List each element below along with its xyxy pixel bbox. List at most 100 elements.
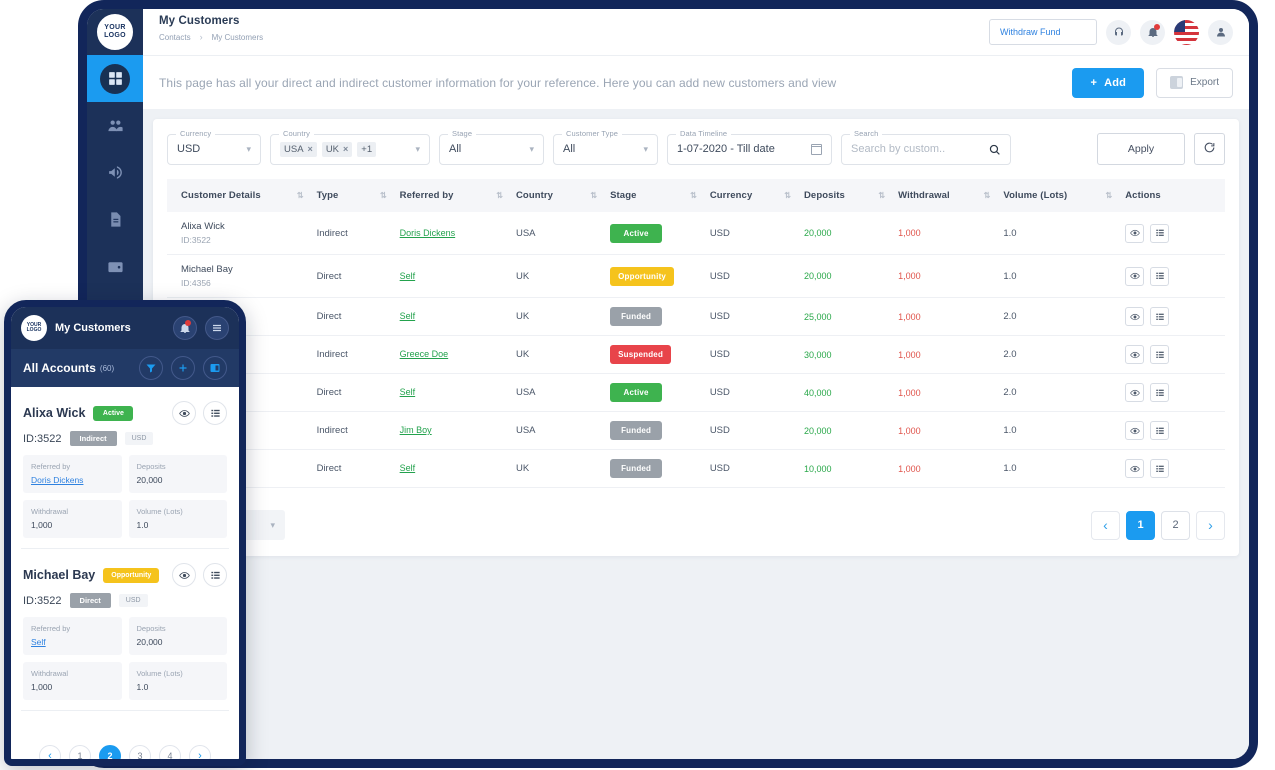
currency-filter[interactable]: Currency USD ▾ [167,128,261,165]
details-list-icon[interactable] [1150,307,1170,326]
mobile-pagination-page-1[interactable]: 1 [69,745,91,759]
table-row[interactable]: Indirect Greece Doe UK Suspended USD 30,000 1,… [167,335,1225,374]
remove-chip-icon[interactable]: × [308,144,313,154]
table-row[interactable]: John DoeDirectSelfUKFundedUSD25,0001,000… [167,297,1225,336]
add-button[interactable]: + Add [1072,67,1145,98]
details-list-icon[interactable] [1150,459,1170,478]
country-chip-uk[interactable]: UK × [321,141,353,157]
pagination-next[interactable]: › [1196,510,1225,540]
sort-icon[interactable]: ⇅ [1106,191,1113,200]
mobile-filter-icon[interactable] [139,356,163,380]
table-row[interactable]: Michael Bay ID:4356 Direct Self UK Opportunit… [167,254,1225,298]
export-button[interactable]: Export [1156,67,1233,98]
mobile-bell-icon[interactable] [173,316,197,340]
details-list-icon[interactable] [1150,383,1170,402]
sort-icon[interactable]: ⇅ [784,191,791,200]
pagination-prev[interactable]: ‹ [1091,510,1120,540]
mobile-pagination-page-2[interactable]: 2 [99,745,121,759]
mobile-logo[interactable]: YOUR LOGO [21,315,47,341]
view-icon[interactable] [1125,307,1145,326]
th-referred-by[interactable]: Referred by ⇅ [399,179,516,212]
details-list-icon[interactable] [1150,223,1170,243]
th-withdrawal[interactable]: Withdrawal ⇅ [898,179,1004,212]
flag-usa-icon[interactable] [1174,19,1199,45]
calendar-icon[interactable] [810,143,823,155]
view-icon[interactable] [1125,459,1145,478]
mobile-view-icon[interactable] [172,563,196,587]
search-field[interactable]: Search Search by custom.. [841,128,1011,165]
table-row[interactable]: Direct Self UK Funded USD 10,000 1,000 1.0 [167,449,1225,488]
apply-button[interactable]: Apply [1097,133,1185,165]
pagination-page-1[interactable]: 1 [1126,510,1155,540]
sort-icon[interactable]: ⇅ [984,191,991,200]
mobile-pagination-prev[interactable]: ‹ [39,745,61,759]
sidebar-item-contacts[interactable] [87,102,143,149]
table-row[interactable]: Alixa Wick ID:3522 Indirect Doris Dickens US… [167,212,1225,255]
sort-icon[interactable]: ⇅ [878,191,885,200]
stage-filter[interactable]: Stage All ▾ [439,128,544,165]
th-customer-details[interactable]: Customer Details ⇅ [167,179,317,212]
referred-by-link[interactable]: Self [400,271,416,281]
sidebar-logo[interactable]: YOUR LOGO [87,9,143,55]
referred-by-link[interactable]: Jim Boy [400,425,432,435]
th-deposits[interactable]: Deposits ⇅ [803,179,899,212]
th-volume[interactable]: Volume (Lots) ⇅ [1003,179,1126,212]
pagination-page-2[interactable]: 2 [1161,510,1190,540]
country-filter[interactable]: Country USA × UK × +1 ▾ [270,128,430,165]
referred-by-link[interactable]: Self [400,387,416,397]
mobile-value-referred-by[interactable]: Doris Dickens [31,475,114,485]
details-list-icon[interactable] [1150,345,1170,364]
remove-chip-icon[interactable]: × [343,144,348,154]
sort-icon[interactable]: ⇅ [380,191,387,200]
mobile-add-icon[interactable] [171,356,195,380]
mobile-pagination-page-4[interactable]: 4 [159,745,181,759]
view-icon[interactable] [1125,266,1145,286]
sidebar-item-dashboard[interactable] [87,55,143,102]
breadcrumb-item-contacts[interactable]: Contacts [159,33,191,42]
sort-icon[interactable]: ⇅ [297,191,304,200]
mobile-customer-card[interactable]: Alixa Wick Active ID:3522 Indirect USD Referr… [21,397,229,549]
view-icon[interactable] [1125,345,1145,364]
mobile-value-referred-by[interactable]: Self [31,637,114,647]
user-avatar-icon[interactable] [1208,19,1233,45]
mobile-export-icon[interactable] [203,356,227,380]
th-type[interactable]: Type ⇅ [316,179,400,212]
data-timeline-filter[interactable]: Data Timeline 1-07-2020 - Till date [667,128,832,165]
th-currency[interactable]: Currency ⇅ [709,179,804,212]
mobile-pagination-page-3[interactable]: 3 [129,745,151,759]
sort-icon[interactable]: ⇅ [496,191,503,200]
mobile-view-icon[interactable] [172,401,196,425]
mobile-customer-card[interactable]: Michael Bay Opportunity ID:3522 Direct USD Re… [21,559,229,711]
withdraw-fund-button[interactable]: Withdraw Fund [989,19,1097,45]
details-list-icon[interactable] [1150,421,1170,440]
sort-icon[interactable]: ⇅ [590,191,597,200]
referred-by-link[interactable]: Doris Dickens [400,228,456,238]
th-country[interactable]: Country ⇅ [515,179,611,212]
referred-by-link[interactable]: Self [400,311,416,321]
sidebar-item-wallet[interactable] [87,243,143,290]
sort-icon[interactable]: ⇅ [690,191,697,200]
table-row[interactable]: Direct Self USA Active USD 40,000 1,000 2.0 [167,373,1225,412]
sidebar-item-documents[interactable] [87,196,143,243]
mobile-details-list-icon[interactable] [203,563,227,587]
referred-by-link[interactable]: Greece Doe [400,349,449,359]
view-icon[interactable] [1125,383,1145,402]
bell-icon[interactable] [1140,19,1165,45]
headset-icon[interactable] [1106,19,1131,45]
country-chip-more[interactable]: +1 [357,141,377,157]
view-icon[interactable] [1125,223,1145,243]
refresh-button[interactable] [1194,133,1225,165]
mobile-details-list-icon[interactable] [203,401,227,425]
mobile-menu-icon[interactable] [205,316,229,340]
search-icon[interactable] [988,143,1001,156]
mobile-pagination-next[interactable]: › [189,745,211,759]
customer-type-filter[interactable]: Customer Type All ▾ [553,128,658,165]
sidebar-item-campaigns[interactable] [87,149,143,196]
country-chip-usa[interactable]: USA × [280,141,317,157]
th-stage[interactable]: Stage ⇅ [610,179,710,212]
table-row[interactable]: Indirect Jim Boy USA Funded USD 20,000 1,000 1.… [167,411,1225,450]
details-list-icon[interactable] [1150,266,1170,286]
referred-by-link[interactable]: Self [400,463,416,473]
view-icon[interactable] [1125,421,1145,440]
search-input[interactable]: Search by custom.. [851,143,945,155]
